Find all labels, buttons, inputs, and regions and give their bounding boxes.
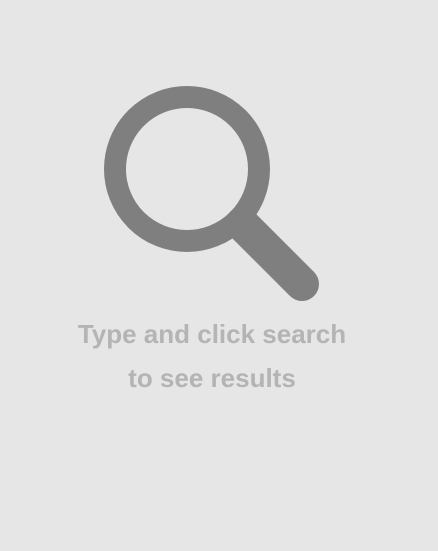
search-icon [96,78,326,308]
empty-state-message-line2: to see results [128,363,296,393]
empty-state-message: Type and click search to see results [0,312,424,400]
search-empty-state: Type and click search to see results [0,0,438,551]
empty-state-message-line1: Type and click search [77,319,347,349]
